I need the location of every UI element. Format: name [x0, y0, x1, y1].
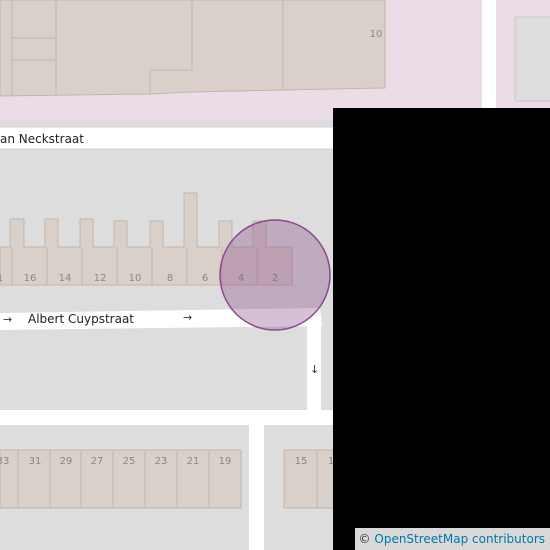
house-number: 15 [295, 456, 308, 467]
house-number: 10 [370, 29, 383, 40]
house-number: 29 [60, 456, 73, 467]
house-number: 31 [29, 456, 42, 467]
house-number: 14 [59, 273, 72, 284]
oneway-arrow-south: ↓ [310, 363, 319, 376]
house-number: 8 [167, 273, 173, 284]
house-number: 23 [155, 456, 168, 467]
house-number: 16 [24, 273, 37, 284]
building-top-right [514, 16, 550, 102]
road-horizontal-lower[interactable] [0, 410, 335, 425]
road-vertical-lower[interactable] [249, 420, 264, 550]
house-number: 10 [129, 273, 142, 284]
street-label-top: an Neckstraat [0, 132, 84, 146]
house-number: 6 [202, 273, 208, 284]
house-number: 12 [94, 273, 107, 284]
oneway-arrow-east: → [183, 311, 192, 324]
house-number: 1 [0, 273, 3, 284]
road-vertical-top[interactable] [482, 0, 496, 110]
house-number: 27 [91, 456, 104, 467]
copyright-symbol: © [358, 532, 371, 546]
map-attribution: © OpenStreetMap contributors [354, 528, 550, 550]
oneway-arrow-east: → [3, 313, 12, 326]
house-number: 19 [219, 456, 232, 467]
location-marker[interactable] [219, 219, 331, 331]
osm-attribution-link[interactable]: OpenStreetMap contributors [374, 532, 545, 546]
black-overlay-panel [333, 108, 550, 550]
street-label-middle: Albert Cuypstraat [28, 312, 134, 326]
building-block-top [0, 0, 386, 97]
house-number: 33 [0, 456, 9, 467]
house-number: 21 [187, 456, 200, 467]
house-number: 25 [123, 456, 136, 467]
